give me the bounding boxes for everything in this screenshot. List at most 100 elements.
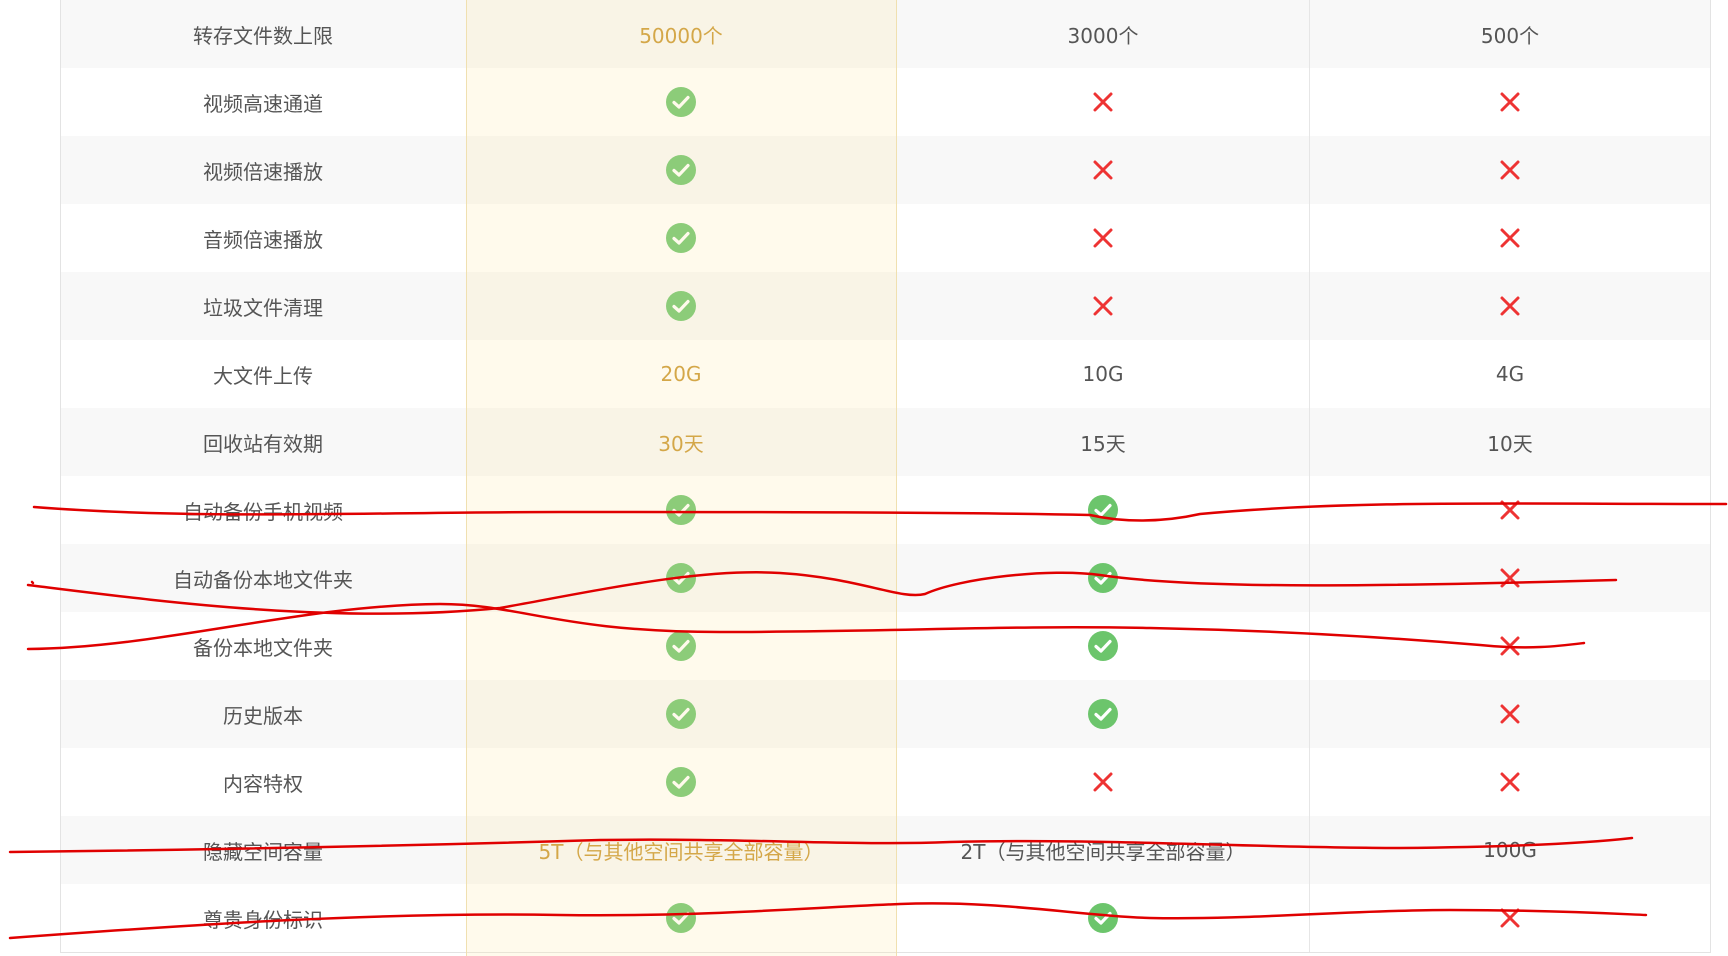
- table-row: 备份本地文件夹: [61, 612, 1710, 680]
- plan-1-cell: [465, 204, 897, 272]
- plan-1-cell: 5T（与其他空间共享全部容量）: [465, 816, 897, 884]
- table-row: 回收站有效期 30天 15天 10天: [61, 408, 1710, 476]
- table-row: 视频倍速播放: [61, 136, 1710, 204]
- plan-value: 15天: [1080, 431, 1126, 456]
- plan-3-cell: [1310, 544, 1710, 612]
- feature-name: 视频倍速播放: [203, 159, 323, 184]
- cross-icon: [1500, 636, 1520, 656]
- cross-icon: [1093, 772, 1113, 792]
- plan-3-cell: [1310, 68, 1710, 136]
- check-circle-icon: [666, 699, 696, 729]
- plan-3-cell: [1310, 136, 1710, 204]
- check-circle-icon: [1088, 631, 1118, 661]
- plan-value: 10G: [1082, 362, 1124, 386]
- table-row: 垃圾文件清理: [61, 272, 1710, 340]
- plan-1-cell: [465, 68, 897, 136]
- plan-3-cell: 10天: [1310, 408, 1710, 476]
- plan-1-cell: [465, 612, 897, 680]
- cross-icon: [1093, 228, 1113, 248]
- cross-icon: [1500, 568, 1520, 588]
- plan-1-cell: 20G: [465, 340, 897, 408]
- feature-name: 内容特权: [223, 771, 303, 796]
- cross-icon: [1500, 500, 1520, 520]
- plan-value: 20G: [660, 362, 702, 386]
- table-row: 视频高速通道: [61, 68, 1710, 136]
- plan-2-cell: [897, 204, 1310, 272]
- plan-value: 30天: [658, 431, 704, 456]
- plan-3-cell: [1310, 476, 1710, 544]
- plan-3-cell: 4G: [1310, 340, 1710, 408]
- feature-name: 转存文件数上限: [193, 23, 333, 48]
- plan-1-cell: [465, 136, 897, 204]
- plan-2-cell: [897, 136, 1310, 204]
- plan-value: 4G: [1495, 362, 1525, 386]
- plan-3-cell: 100G: [1310, 816, 1710, 884]
- plan-1-cell: [465, 544, 897, 612]
- plan-value: 3000个: [1067, 23, 1139, 48]
- check-circle-icon: [666, 291, 696, 321]
- check-circle-icon: [666, 631, 696, 661]
- plan-2-cell: [897, 272, 1310, 340]
- plan-3-cell: 500个: [1310, 0, 1710, 68]
- table-row: 大文件上传 20G 10G 4G: [61, 340, 1710, 408]
- feature-name: 隐藏空间容量: [203, 839, 323, 864]
- table-row: 尊贵身份标识: [61, 884, 1710, 952]
- check-circle-icon: [1088, 903, 1118, 933]
- table-row: 音频倍速播放: [61, 204, 1710, 272]
- plan-2-cell: [897, 884, 1310, 952]
- check-circle-icon: [666, 87, 696, 117]
- check-circle-icon: [666, 767, 696, 797]
- plan-2-cell: [897, 748, 1310, 816]
- check-circle-icon: [666, 563, 696, 593]
- plan-2-cell: [897, 544, 1310, 612]
- plan-3-cell: [1310, 748, 1710, 816]
- plan-2-cell: [897, 612, 1310, 680]
- stray-mark: [30, 580, 35, 585]
- check-circle-icon: [1088, 699, 1118, 729]
- feature-name: 回收站有效期: [203, 431, 323, 456]
- plan-3-cell: [1310, 612, 1710, 680]
- plan-value: 50000个: [639, 23, 723, 48]
- check-circle-icon: [666, 495, 696, 525]
- feature-name: 自动备份手机视频: [183, 499, 343, 524]
- table-row: 自动备份本地文件夹: [61, 544, 1710, 612]
- plan-1-cell: 50000个: [465, 0, 897, 68]
- plan-3-cell: [1310, 204, 1710, 272]
- cross-icon: [1500, 908, 1520, 928]
- plan-2-cell: 2T（与其他空间共享全部容量）: [897, 816, 1310, 884]
- plan-value: 10天: [1487, 431, 1533, 456]
- cross-icon: [1500, 704, 1520, 724]
- plan-2-cell: 3000个: [897, 0, 1310, 68]
- plan-2-cell: [897, 680, 1310, 748]
- table-row: 内容特权: [61, 748, 1710, 816]
- table-row: 自动备份手机视频: [61, 476, 1710, 544]
- plan-3-cell: [1310, 272, 1710, 340]
- plan-1-cell: [465, 884, 897, 952]
- check-circle-icon: [1088, 563, 1118, 593]
- feature-name: 垃圾文件清理: [203, 295, 323, 320]
- feature-name: 视频高速通道: [203, 91, 323, 116]
- check-circle-icon: [666, 903, 696, 933]
- cross-icon: [1093, 92, 1113, 112]
- feature-name: 音频倍速播放: [203, 227, 323, 252]
- plan-2-cell: 10G: [897, 340, 1310, 408]
- table-row: 历史版本: [61, 680, 1710, 748]
- plan-2-cell: 15天: [897, 408, 1310, 476]
- plan-1-cell: [465, 748, 897, 816]
- plan-1-cell: [465, 476, 897, 544]
- feature-name: 尊贵身份标识: [203, 907, 323, 932]
- cross-icon: [1500, 228, 1520, 248]
- cross-icon: [1093, 296, 1113, 316]
- feature-name: 大文件上传: [213, 363, 313, 388]
- check-circle-icon: [1088, 495, 1118, 525]
- cross-icon: [1093, 160, 1113, 180]
- feature-comparison-table: 转存文件数上限 50000个 3000个 500个视频高速通道 视频倍速播放 音频倍速播放…: [60, 0, 1711, 953]
- plan-2-cell: [897, 476, 1310, 544]
- plan-1-cell: 30天: [465, 408, 897, 476]
- plan-value: 2T（与其他空间共享全部容量）: [960, 839, 1246, 864]
- feature-name: 自动备份本地文件夹: [173, 567, 353, 592]
- cross-icon: [1500, 160, 1520, 180]
- cross-icon: [1500, 296, 1520, 316]
- plan-1-cell: [465, 680, 897, 748]
- plan-1-cell: [465, 272, 897, 340]
